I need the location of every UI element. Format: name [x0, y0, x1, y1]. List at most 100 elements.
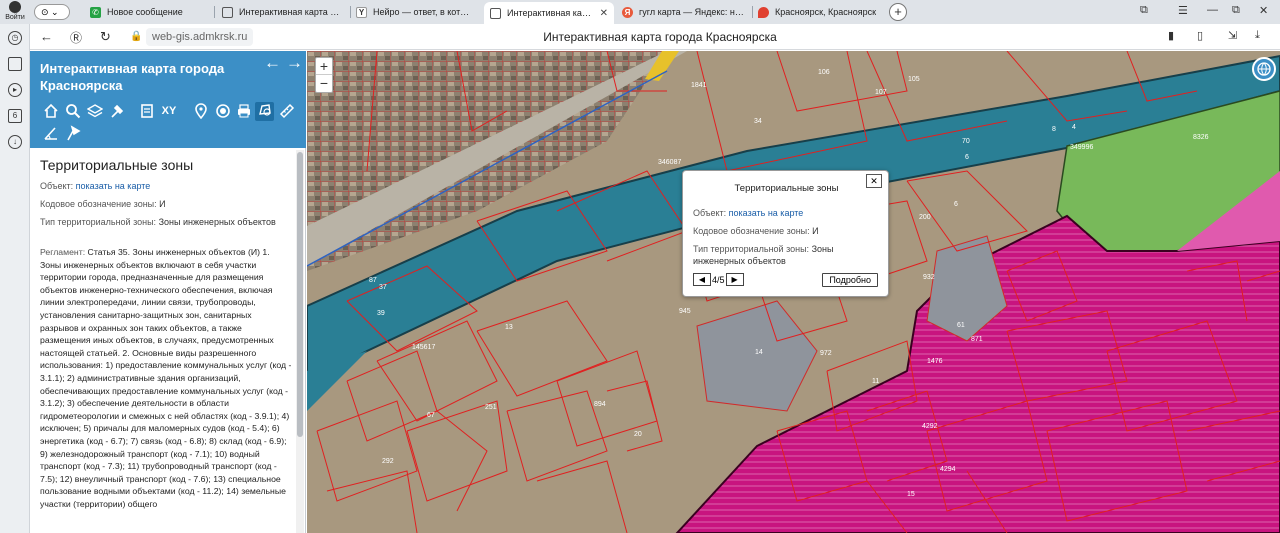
svg-text:8: 8 — [1052, 126, 1056, 133]
avatar — [9, 1, 21, 13]
whatsapp-icon: ✆ — [90, 6, 101, 18]
browser-tab[interactable]: Y Нейро — ответ, в которое — [350, 2, 480, 22]
svg-text:8326: 8326 — [1193, 134, 1209, 141]
svg-text:87: 87 — [369, 277, 377, 284]
code-row: Кодовое обозначение зоны: И — [40, 199, 166, 209]
minimize-icon[interactable]: — — [1207, 4, 1218, 16]
tab-close-icon[interactable]: ✕ — [600, 8, 608, 19]
svg-text:932: 932 — [923, 274, 935, 281]
svg-text:4: 4 — [1072, 124, 1076, 131]
pin-icon[interactable] — [192, 103, 209, 120]
browser-tab[interactable]: Я гугл карта — Яндекс: нашл — [616, 2, 751, 22]
tabs-menu-button[interactable]: ⊙ ⌄ — [34, 4, 70, 20]
extensions-icon[interactable]: ⇲ — [1228, 29, 1237, 42]
print-icon[interactable] — [235, 103, 252, 120]
address-bar: ← Ⓡ ↻ 🔒 web-gis.admkrsk.ru Интерактивная… — [30, 24, 1280, 50]
svg-text:945: 945 — [679, 308, 691, 315]
svg-text:871: 871 — [971, 336, 983, 343]
browser-side-rail: Войти ◷ ▸ 6 ↓ — [0, 1, 30, 533]
yandex-home-icon[interactable]: Ⓡ — [70, 29, 82, 46]
url-field[interactable]: web-gis.admkrsk.ru — [146, 28, 254, 46]
restore-icon[interactable]: ⧉ — [1232, 4, 1240, 17]
reload-icon[interactable]: ↻ — [100, 29, 111, 45]
scrollbar-thumb[interactable] — [297, 152, 303, 437]
svg-text:15: 15 — [907, 491, 915, 498]
svg-text:13: 13 — [505, 324, 513, 331]
zoom-out-button[interactable]: − — [316, 75, 332, 92]
reglament-text: Регламент: Статья 35. Зоны инженерных об… — [40, 247, 292, 509]
zoom-in-button[interactable]: + — [316, 58, 332, 75]
zone-title: Территориальные зоны — [40, 157, 194, 173]
pager-count: 4/5 — [712, 274, 725, 285]
svg-text:4292: 4292 — [922, 423, 938, 430]
svg-text:292: 292 — [382, 458, 394, 465]
hammer-icon[interactable] — [108, 103, 125, 120]
next-feature-button[interactable]: ▶ — [725, 273, 744, 286]
type-row: Тип территориальной зоны: Зоны инженерны… — [40, 217, 276, 227]
back-icon[interactable]: ← — [40, 29, 53, 44]
document-icon — [490, 7, 501, 19]
svg-text:4294: 4294 — [940, 466, 956, 473]
flag-icon[interactable] — [64, 125, 81, 142]
history-icon[interactable]: ◷ — [8, 31, 22, 45]
popup-type-row: Тип территориальной зоны: Зоны инженерны… — [693, 244, 834, 266]
zone-popup: Территориальные зоны ✕ Объект: показать … — [682, 170, 889, 297]
back-arrow-icon[interactable]: ← — [264, 53, 281, 73]
browser-tab[interactable]: Красноярск, Красноярск — [752, 2, 884, 22]
browser-tab-active[interactable]: Интерактивная карта г ✕ — [484, 2, 614, 24]
lock-icon: 🔒 — [130, 31, 143, 42]
app-header: Интерактивная карта города Красноярска ←… — [30, 51, 306, 148]
play-icon[interactable]: ▸ — [8, 83, 22, 97]
svg-text:67: 67 — [427, 412, 435, 419]
document-icon[interactable] — [138, 103, 155, 120]
collections-icon[interactable] — [8, 57, 22, 71]
panel-scrollbar[interactable] — [296, 150, 304, 533]
ruler-icon[interactable] — [278, 103, 295, 120]
browser-tab[interactable]: Интерактивная карта гор — [216, 2, 348, 22]
popup-code-row: Кодовое обозначение зоны: И — [693, 226, 819, 236]
svg-text:972: 972 — [820, 350, 832, 357]
svg-text:251: 251 — [485, 404, 497, 411]
prev-feature-button[interactable]: ◀ — [693, 273, 711, 286]
svg-text:105: 105 — [908, 76, 920, 83]
bookmarks-icon[interactable]: ⧉ — [1140, 4, 1148, 17]
popup-pager: ◀ 4/5 ▶ — [693, 273, 744, 286]
svg-text:1841: 1841 — [691, 82, 707, 89]
search-icon[interactable] — [64, 103, 81, 120]
svg-text:6: 6 — [965, 154, 969, 161]
globe-icon[interactable] — [1252, 57, 1276, 81]
svg-text:346087: 346087 — [658, 159, 681, 166]
menu-icon[interactable]: ☰ — [1178, 4, 1188, 17]
popup-show-on-map-link[interactable]: показать на карте — [729, 208, 804, 218]
downloads-icon[interactable]: ↓ — [8, 135, 22, 149]
svg-text:39: 39 — [377, 310, 385, 317]
close-window-icon[interactable]: ✕ — [1259, 4, 1268, 17]
svg-text:145617: 145617 — [412, 344, 435, 351]
bookmark-icon[interactable]: ▮ — [1168, 29, 1174, 42]
svg-text:20: 20 — [634, 431, 642, 438]
svg-text:11: 11 — [872, 378, 879, 385]
target-icon[interactable] — [214, 103, 231, 120]
details-button[interactable]: Подробно — [822, 273, 878, 287]
zoom-control: + − — [315, 57, 333, 93]
browser-tab[interactable]: ✆ Новое сообщение — [84, 2, 212, 22]
page-title: Интерактивная карта города Красноярска — [543, 30, 777, 44]
info-panel: Территориальные зоны Объект: показать на… — [30, 148, 306, 533]
home-icon[interactable] — [42, 103, 59, 120]
six-icon[interactable]: 6 — [8, 109, 22, 123]
popup-close-button[interactable]: ✕ — [866, 174, 882, 188]
clipboard-icon[interactable]: ▯ — [1197, 29, 1203, 42]
layers-icon[interactable] — [86, 103, 103, 120]
svg-text:349996: 349996 — [1070, 144, 1093, 151]
show-on-map-link[interactable]: показать на карте — [76, 181, 151, 191]
svg-text:894: 894 — [594, 401, 606, 408]
forward-arrow-icon[interactable]: → — [286, 53, 303, 73]
xy-coordinates-button[interactable]: XY — [159, 103, 179, 120]
login-button[interactable]: Войти — [3, 1, 27, 21]
browser-tab-strip: ✆ Новое сообщение Интерактивная карта го… — [0, 0, 1280, 24]
angle-icon[interactable] — [42, 125, 59, 142]
downloads-icon[interactable]: ⤓ — [1255, 29, 1260, 42]
svg-text:1476: 1476 — [927, 358, 943, 365]
new-tab-button[interactable]: + — [889, 3, 907, 21]
measure-area-icon[interactable] — [255, 102, 274, 121]
